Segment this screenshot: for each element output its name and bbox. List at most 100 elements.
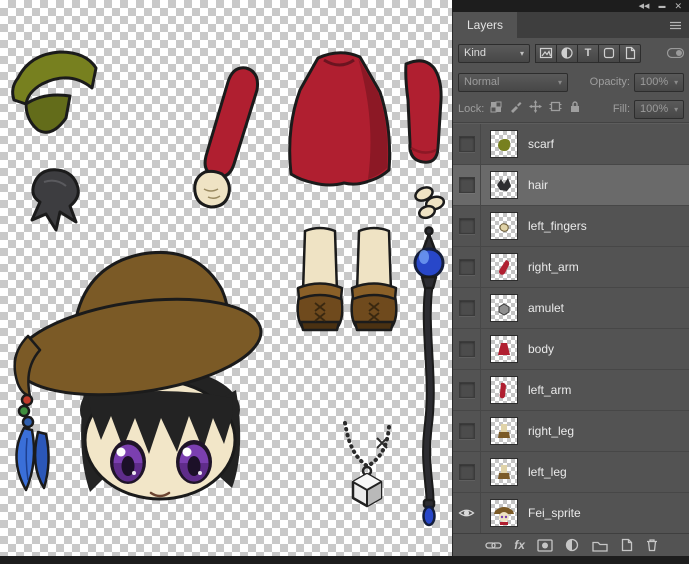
close-icon[interactable]: ✕	[674, 2, 682, 11]
chevron-down-icon: ▾	[668, 105, 678, 114]
blend-opacity-row: Normal ▾ Opacity: 100% ▾	[453, 68, 689, 96]
add-layer-mask-icon[interactable]	[537, 539, 553, 552]
smart-object-filter-icon[interactable]	[619, 44, 641, 63]
visibility-toggle[interactable]	[453, 329, 481, 369]
minimize-icon[interactable]: ▬	[658, 3, 665, 10]
pixel-layer-filter-icon[interactable]	[535, 44, 557, 63]
layer-thumbnail[interactable]	[490, 335, 518, 363]
chevron-down-icon: ▾	[552, 78, 562, 87]
opacity-value: 100%	[640, 76, 668, 88]
visibility-empty-box	[459, 300, 475, 316]
adjustment-layer-icon[interactable]	[565, 538, 579, 552]
layer-row-right-leg[interactable]: right_leg	[453, 411, 689, 452]
layer-name[interactable]: left_leg	[528, 465, 567, 479]
layer-filter-toggle-icon[interactable]	[667, 48, 684, 58]
tab-layers[interactable]: Layers	[453, 12, 517, 38]
visibility-toggle[interactable]	[453, 206, 481, 246]
layer-thumbnail[interactable]	[490, 294, 518, 322]
blend-mode-value: Normal	[464, 76, 499, 88]
visibility-toggle[interactable]	[453, 493, 481, 533]
amulet-part-art	[345, 423, 389, 506]
new-group-folder-icon[interactable]	[592, 539, 608, 552]
fill-value: 100%	[640, 103, 668, 115]
delete-layer-trash-icon[interactable]	[645, 538, 659, 552]
type-layer-filter-icon[interactable]: T	[577, 44, 599, 63]
layer-thumbnail[interactable]	[490, 376, 518, 404]
visibility-empty-box	[459, 177, 475, 193]
blend-mode-dropdown[interactable]: Normal ▾	[458, 73, 568, 92]
layer-thumbnail[interactable]	[490, 253, 518, 281]
fill-label: Fill:	[613, 103, 630, 115]
layer-row-left-leg[interactable]: left_leg	[453, 452, 689, 493]
layer-name[interactable]: left_fingers	[528, 219, 587, 233]
window-controls-bar: ◀◀ ▬ ✕	[452, 0, 689, 12]
legs-part-art	[298, 228, 397, 330]
scarf-part-art	[13, 52, 96, 132]
chevron-down-icon: ▾	[668, 78, 678, 87]
layer-thumbnail[interactable]	[490, 171, 518, 199]
visibility-empty-box	[459, 136, 475, 152]
layer-name[interactable]: right_arm	[528, 260, 579, 274]
layer-name[interactable]: body	[528, 342, 554, 356]
visibility-toggle[interactable]	[453, 124, 481, 164]
lock-position-icon[interactable]	[529, 100, 542, 118]
visibility-eye-icon	[458, 507, 475, 519]
character-head-art	[9, 252, 267, 499]
link-layers-icon[interactable]	[485, 540, 502, 551]
layer-row-amulet[interactable]: amulet	[453, 288, 689, 329]
visibility-toggle[interactable]	[453, 165, 481, 205]
visibility-empty-box	[459, 464, 475, 480]
new-layer-icon[interactable]	[620, 538, 633, 552]
layer-list: scarf hair left_fingers right_arm am	[453, 123, 689, 533]
layers-panel-toolbar: fx	[453, 533, 689, 556]
lock-fill-row: Lock: Fill:	[453, 96, 689, 123]
kind-filter-dropdown[interactable]: Kind ▾	[458, 44, 530, 63]
adjustment-layer-filter-icon[interactable]	[556, 44, 578, 63]
visibility-toggle[interactable]	[453, 288, 481, 328]
layer-filter-row: Kind ▾ T	[453, 38, 689, 68]
visibility-empty-box	[459, 341, 475, 357]
layer-row-left-fingers[interactable]: left_fingers	[453, 206, 689, 247]
document-canvas[interactable]	[0, 0, 452, 556]
layer-thumbnail[interactable]	[490, 458, 518, 486]
visibility-toggle[interactable]	[453, 411, 481, 451]
visibility-empty-box	[459, 382, 475, 398]
layer-row-scarf[interactable]: scarf	[453, 124, 689, 165]
right-arm-part-art	[406, 61, 441, 162]
collapse-panels-icon[interactable]: ◀◀	[639, 3, 650, 10]
lock-artboard-icon[interactable]	[549, 100, 562, 118]
panel-menu-icon[interactable]	[669, 12, 689, 38]
visibility-toggle[interactable]	[453, 370, 481, 410]
lock-image-pixels-icon[interactable]	[509, 100, 522, 118]
layer-thumbnail[interactable]	[490, 417, 518, 445]
layer-row-body[interactable]: body	[453, 329, 689, 370]
lock-transparent-pixels-icon[interactable]	[490, 100, 502, 118]
layer-thumbnail[interactable]	[490, 212, 518, 240]
lock-label: Lock:	[458, 103, 484, 115]
layer-thumbnail[interactable]	[490, 130, 518, 158]
layer-row-hair[interactable]: hair	[453, 165, 689, 206]
layer-row-right-arm[interactable]: right_arm	[453, 247, 689, 288]
window-bottom-edge	[0, 556, 689, 564]
visibility-toggle[interactable]	[453, 247, 481, 287]
fill-dropdown[interactable]: 100% ▾	[634, 100, 684, 119]
layer-name[interactable]: right_leg	[528, 424, 574, 438]
layer-style-fx-icon[interactable]: fx	[514, 539, 525, 551]
staff-part-art	[415, 228, 443, 526]
visibility-toggle[interactable]	[453, 452, 481, 492]
layer-name[interactable]: hair	[528, 178, 548, 192]
layers-panel: Layers Kind ▾ T	[452, 12, 689, 556]
kind-filter-value: Kind	[464, 47, 486, 59]
lock-all-icon[interactable]	[569, 100, 581, 118]
layer-row-fei-sprite[interactable]: Fei_sprite	[453, 493, 689, 533]
layer-name[interactable]: amulet	[528, 301, 564, 315]
layer-thumbnail[interactable]	[490, 499, 518, 527]
shape-layer-filter-icon[interactable]	[598, 44, 620, 63]
opacity-dropdown[interactable]: 100% ▾	[634, 73, 684, 92]
body-part-art	[290, 53, 390, 185]
layer-name[interactable]: Fei_sprite	[528, 506, 581, 520]
layer-row-left-arm[interactable]: left_arm	[453, 370, 689, 411]
layer-name[interactable]: left_arm	[528, 383, 571, 397]
opacity-label: Opacity:	[590, 76, 630, 88]
layer-name[interactable]: scarf	[528, 137, 554, 151]
